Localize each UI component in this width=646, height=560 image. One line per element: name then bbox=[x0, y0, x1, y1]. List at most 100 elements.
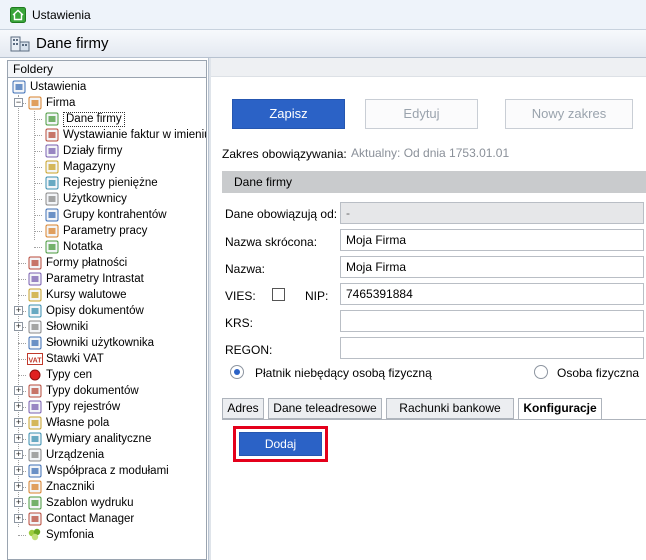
folder-item[interactable]: Formy płatności bbox=[27, 255, 127, 271]
name-input[interactable]: Moja Firma bbox=[340, 256, 644, 278]
folder-item-label: Magazyny bbox=[63, 161, 116, 173]
folder-item-label: Notatka bbox=[63, 241, 103, 253]
vat-icon-text: VAT bbox=[29, 358, 43, 365]
tab-configurations[interactable]: Konfiguracje bbox=[518, 398, 602, 420]
folder-item[interactable]: Słowniki bbox=[27, 319, 88, 335]
krs-input[interactable] bbox=[340, 310, 644, 332]
folder-item[interactable]: Opisy dokumentów bbox=[27, 303, 144, 319]
window-titlebar: Ustawienia bbox=[0, 0, 646, 30]
folder-item-label: Kursy walutowe bbox=[46, 289, 127, 301]
contact-manager-icon bbox=[28, 512, 42, 526]
tree-guide-line bbox=[34, 151, 42, 152]
folders-panel: Foldery Ustawienia − Firma Dane firmy Wystaw… bbox=[7, 60, 207, 560]
folder-item[interactable]: Magazyny bbox=[44, 159, 115, 175]
tree-guide-line bbox=[18, 535, 26, 536]
custom-fields-icon bbox=[28, 416, 42, 430]
folder-item[interactable]: Wymiary analityczne bbox=[27, 431, 151, 447]
collapse-icon[interactable]: − bbox=[14, 98, 23, 107]
folder-item[interactable]: Szablon wydruku bbox=[27, 495, 134, 511]
expand-icon[interactable]: + bbox=[14, 466, 23, 475]
folder-item-label: Typy cen bbox=[46, 369, 93, 381]
folder-item-label: Słowniki bbox=[46, 321, 89, 333]
folder-item[interactable]: Ustawienia bbox=[11, 79, 86, 95]
top-strip bbox=[211, 58, 646, 77]
folder-item[interactable]: Kursy walutowe bbox=[27, 287, 127, 303]
devices-icon bbox=[28, 448, 42, 462]
add-button[interactable]: Dodaj bbox=[239, 432, 322, 456]
folder-item[interactable]: VAT Stawki VAT bbox=[27, 351, 104, 367]
radio-person[interactable] bbox=[534, 365, 548, 379]
folder-item[interactable]: Wystawianie faktur w imieniu bbox=[44, 127, 206, 143]
folder-item-label: Urządzenia bbox=[46, 449, 105, 461]
expand-icon[interactable]: + bbox=[14, 434, 23, 443]
company-data-icon bbox=[10, 36, 30, 51]
folder-item[interactable]: Firma bbox=[27, 95, 75, 111]
folder-item[interactable]: Rejestry pieniężne bbox=[44, 175, 158, 191]
document-types-icon bbox=[28, 384, 42, 398]
folder-item[interactable]: Parametry Intrastat bbox=[27, 271, 144, 287]
section-title: Dane firmy bbox=[222, 171, 646, 193]
scope-label: Zakres obowiązywania: bbox=[222, 147, 347, 161]
folder-item-label: Szablon wydruku bbox=[46, 497, 134, 509]
folder-item[interactable]: Urządzenia bbox=[27, 447, 104, 463]
folder-item[interactable]: Notatka bbox=[44, 239, 103, 255]
tab-divider bbox=[222, 419, 646, 420]
expand-icon[interactable]: + bbox=[14, 498, 23, 507]
exchange-rate-icon bbox=[28, 288, 42, 302]
tree-guide-line bbox=[34, 231, 42, 232]
folder-item-label: Opisy dokumentów bbox=[46, 305, 144, 317]
nip-label: NIP: bbox=[305, 289, 329, 303]
folder-item[interactable]: Typy rejestrów bbox=[27, 399, 120, 415]
short-name-input[interactable]: Moja Firma bbox=[340, 229, 644, 251]
nip-input[interactable]: 7465391884 bbox=[340, 283, 644, 305]
expand-icon[interactable]: + bbox=[14, 450, 23, 459]
folder-item[interactable]: Znaczniki bbox=[27, 479, 95, 495]
analytic-dimensions-icon bbox=[28, 432, 42, 446]
folder-item[interactable]: Grupy kontrahentów bbox=[44, 207, 167, 223]
content-area: Zapisz Edytuj Nowy zakres Zakres obowiąz… bbox=[211, 58, 646, 560]
tab-bank-accounts[interactable]: Rachunki bankowe bbox=[386, 398, 514, 419]
expand-icon[interactable]: + bbox=[14, 402, 23, 411]
folder-item[interactable]: Słowniki użytkownika bbox=[27, 335, 154, 351]
tab-address[interactable]: Adres bbox=[222, 398, 264, 419]
valid-from-field: - bbox=[340, 202, 644, 224]
regon-input[interactable] bbox=[340, 337, 644, 359]
folder-item-label: Typy dokumentów bbox=[46, 385, 139, 397]
expand-icon[interactable]: + bbox=[14, 418, 23, 427]
expand-icon[interactable]: + bbox=[14, 386, 23, 395]
tree-guide-line bbox=[34, 135, 42, 136]
krs-label: KRS: bbox=[225, 316, 254, 330]
expand-icon[interactable]: + bbox=[14, 514, 23, 523]
save-button[interactable]: Zapisz bbox=[232, 99, 345, 129]
contractor-groups-icon bbox=[45, 208, 59, 222]
folder-item-label: Ustawienia bbox=[30, 81, 87, 93]
money-register-icon bbox=[45, 176, 59, 190]
folder-item[interactable]: Użytkownicy bbox=[44, 191, 127, 207]
folder-item[interactable]: Współpraca z modułami bbox=[27, 463, 169, 479]
add-button-highlight: Dodaj bbox=[233, 426, 328, 462]
folder-item[interactable]: Dane firmy bbox=[44, 111, 125, 127]
folder-item[interactable]: Typy dokumentów bbox=[27, 383, 139, 399]
page-header: Dane firmy bbox=[0, 30, 646, 58]
new-range-button[interactable]: Nowy zakres bbox=[505, 99, 633, 129]
folder-item[interactable]: Działy firmy bbox=[44, 143, 122, 159]
expand-icon[interactable]: + bbox=[14, 322, 23, 331]
folder-item[interactable]: Typy cen bbox=[27, 367, 92, 383]
expand-icon[interactable]: + bbox=[14, 482, 23, 491]
edit-button[interactable]: Edytuj bbox=[365, 99, 478, 129]
vies-label: VIES: bbox=[225, 289, 256, 303]
user-dictionaries-icon bbox=[28, 336, 42, 350]
expand-icon[interactable]: + bbox=[14, 306, 23, 315]
vies-checkbox[interactable] bbox=[272, 288, 285, 301]
tree-guide-line bbox=[18, 359, 26, 360]
folder-item[interactable]: Contact Manager bbox=[27, 511, 134, 527]
radio-person-label: Osoba fizyczna bbox=[557, 366, 640, 380]
tab-contact-data[interactable]: Dane teleadresowe bbox=[268, 398, 382, 419]
radio-non-person[interactable] bbox=[230, 365, 244, 379]
person-icon bbox=[45, 128, 59, 142]
folder-item[interactable]: Parametry pracy bbox=[44, 223, 147, 239]
markers-icon bbox=[28, 480, 42, 494]
folder-item[interactable]: Symfonia bbox=[27, 527, 94, 543]
regon-label: REGON: bbox=[225, 343, 273, 357]
folder-item[interactable]: Własne pola bbox=[27, 415, 109, 431]
